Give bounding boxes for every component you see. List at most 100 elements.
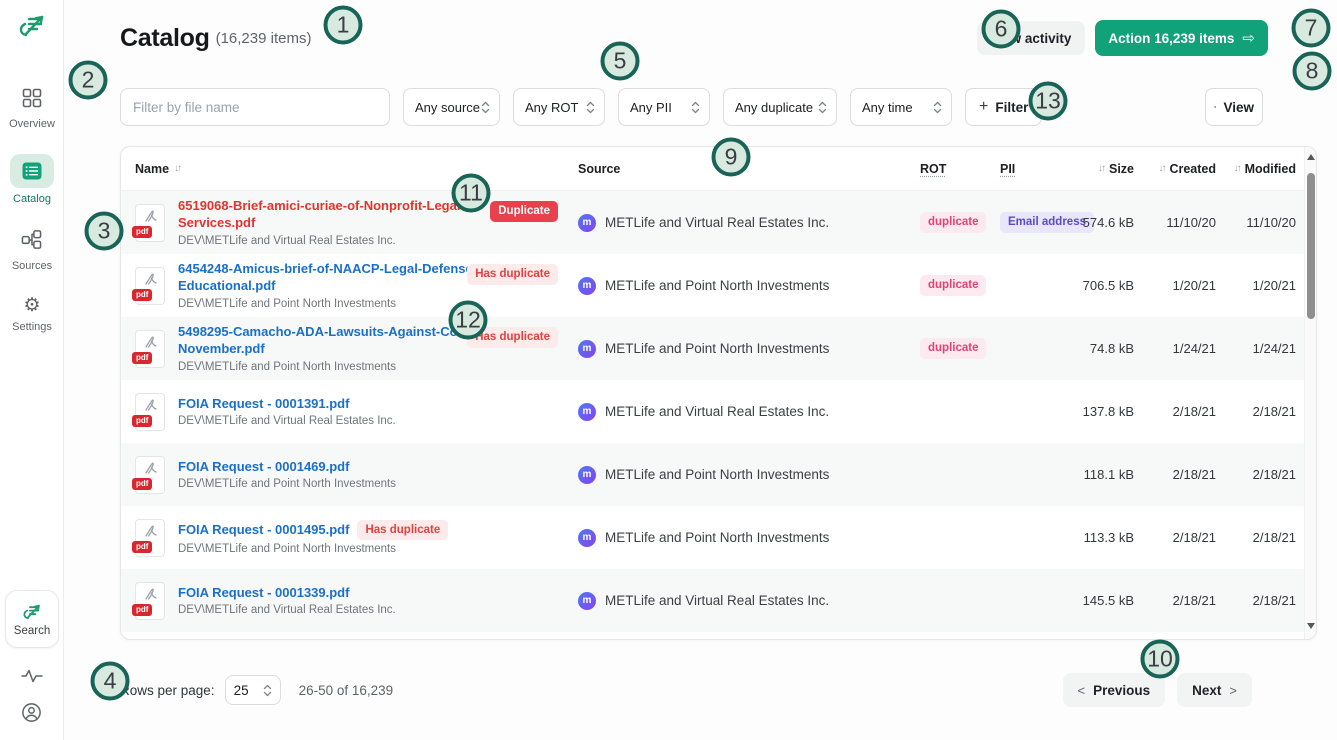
activity-icon[interactable]: [21, 668, 43, 689]
app-logo[interactable]: [16, 10, 48, 42]
table-row[interactable]: pdf FOIA Request - 0001495.pdfHas duplic…: [121, 506, 1316, 569]
page-header: Catalog (16,239 items) View activity Act…: [120, 20, 1317, 56]
table-row[interactable]: pdf FOIA Request - 0001339.pdf DEV\METLi…: [121, 569, 1316, 632]
table-row[interactable]: pdf 6454248-Amicus-brief-of-NAACP-Legal-…: [121, 254, 1316, 317]
file-name-link[interactable]: FOIA Request - 0001391.pdf: [178, 396, 349, 411]
sidebar-item-settings[interactable]: ⚙ Settings: [12, 296, 52, 333]
column-header-created[interactable]: ↓↑ Created: [1144, 162, 1226, 176]
modified-date: 2/18/21: [1226, 404, 1306, 419]
modified-date: 2/18/21: [1226, 530, 1306, 545]
pdf-file-icon: pdf: [135, 204, 165, 242]
file-name-filter-input[interactable]: [120, 88, 390, 126]
scrollbar-thumb[interactable]: [1307, 173, 1315, 319]
source-name: METLife and Virtual Real Estates Inc.: [605, 215, 829, 230]
select-value: Any ROT: [525, 100, 578, 115]
modified-date: 2/18/21: [1226, 593, 1306, 608]
modified-date: 1/20/21: [1226, 278, 1306, 293]
rot-badge: duplicate: [920, 338, 986, 359]
file-name-link[interactable]: 6519068-Brief-amici-curiae-of-Nonprofit-…: [178, 198, 465, 230]
search-label: Search: [14, 625, 50, 637]
sort-icon: ↓↑: [174, 163, 180, 174]
gear-icon: ⚙: [23, 296, 40, 316]
app-logo-small-icon: [21, 601, 43, 623]
column-header-rot[interactable]: ROT: [908, 162, 988, 176]
view-options-button[interactable]: View: [1205, 88, 1263, 126]
annotation-circle-6: 6: [982, 10, 1021, 49]
file-name-link[interactable]: FOIA Request - 0001469.pdf: [178, 459, 349, 474]
annotation-circle-9: 9: [712, 138, 751, 177]
sliders-icon: [1214, 101, 1216, 113]
file-path: DEV\METLife and Virtual Real Estates Inc…: [178, 235, 508, 247]
list-icon: [10, 154, 54, 188]
items-count: (16,239 items): [216, 30, 312, 47]
file-name-link[interactable]: FOIA Request - 0001495.pdf: [178, 522, 349, 537]
stepper-icon: [481, 100, 490, 115]
view-options-label: View: [1223, 100, 1254, 115]
sidebar-nav: Overview Catalog Sources: [0, 88, 64, 357]
table-scrollbar[interactable]: [1304, 147, 1316, 639]
has-duplicate-badge: Has duplicate: [467, 264, 558, 285]
annotation-circle-3: 3: [85, 212, 124, 251]
file-size: 113.3 kB: [1074, 530, 1144, 545]
previous-page-button[interactable]: < Previous: [1063, 673, 1166, 707]
source-name: METLife and Point North Investments: [605, 278, 829, 293]
pdf-file-icon: pdf: [135, 267, 165, 305]
annotation-circle-10: 10: [1141, 640, 1180, 679]
file-name-link[interactable]: 6454248-Amicus-brief-of-NAACP-Legal-Defe…: [178, 261, 477, 293]
source-name: METLife and Virtual Real Estates Inc.: [605, 593, 829, 608]
sidebar-search-button[interactable]: Search: [5, 590, 59, 648]
column-header-pii[interactable]: PII: [988, 162, 1074, 176]
next-page-button[interactable]: Next >: [1177, 673, 1252, 707]
created-date: 11/10/20: [1144, 215, 1226, 230]
column-header-modified[interactable]: ↓↑ Modified: [1226, 162, 1306, 176]
source-icon: m: [578, 214, 596, 232]
action-arrow-icon: ⇨: [1242, 31, 1255, 46]
created-date: 2/18/21: [1144, 404, 1226, 419]
sidebar-item-label: Settings: [12, 321, 52, 333]
column-header-size[interactable]: ↓↑ Size: [1074, 162, 1144, 176]
source-icon: m: [578, 340, 596, 358]
source-icon: m: [578, 403, 596, 421]
file-name-link[interactable]: FOIA Request - 0001339.pdf: [178, 585, 349, 600]
duplicate-badge: Duplicate: [490, 201, 558, 222]
created-date: 2/18/21: [1144, 530, 1226, 545]
source-name: METLife and Point North Investments: [605, 341, 829, 356]
sidebar-item-label: Catalog: [13, 193, 51, 205]
table-row[interactable]: pdf FOIA Request - 0001469.pdf DEV\METLi…: [121, 443, 1316, 506]
rot-badge: duplicate: [920, 212, 986, 233]
pagination-bar: Rows per page: 25 26-50 of 16,239 < Prev…: [120, 670, 1317, 710]
action-items-button[interactable]: Action 16,239 items ⇨: [1095, 20, 1268, 56]
chevron-left-icon: <: [1078, 683, 1086, 698]
file-path: DEV\METLife and Point North Investments: [178, 478, 396, 490]
stepper-icon: [586, 100, 595, 115]
pdf-file-icon: pdf: [135, 456, 165, 494]
table-row[interactable]: pdf 5498295-Camacho-ADA-Lawsuits-Against…: [121, 317, 1316, 380]
sidebar-item-catalog[interactable]: Catalog: [10, 154, 54, 205]
time-filter-select[interactable]: Any time: [850, 88, 952, 126]
created-date: 2/18/21: [1144, 593, 1226, 608]
table-row[interactable]: pdf 6519068-Brief-amici-curiae-of-Nonpro…: [121, 191, 1316, 254]
range-text: 26-50 of 16,239: [299, 683, 394, 698]
page-title: Catalog: [120, 24, 210, 53]
action-button-label: Action 16,239 items: [1108, 31, 1234, 46]
rot-badge: duplicate: [920, 275, 986, 296]
table-row[interactable]: pdf FOIA Request - 0001391.pdf DEV\METLi…: [121, 380, 1316, 443]
scroll-up-arrow[interactable]: [1307, 154, 1315, 160]
file-path: DEV\METLife and Point North Investments: [178, 361, 508, 373]
pii-filter-select[interactable]: Any PII: [618, 88, 710, 126]
rot-filter-select[interactable]: Any ROT: [513, 88, 605, 126]
duplicate-filter-select[interactable]: Any duplicate: [723, 88, 837, 126]
source-filter-select[interactable]: Any source: [403, 88, 500, 126]
app-logo-icon: [16, 10, 48, 42]
annotation-circle-8: 8: [1293, 52, 1332, 91]
chevron-right-icon: >: [1229, 683, 1237, 698]
sidebar-item-overview[interactable]: Overview: [9, 88, 55, 130]
sidebar-item-sources[interactable]: Sources: [12, 229, 52, 272]
table-row[interactable]: FOIA Request - 0001378.pdf: [121, 632, 1316, 640]
rows-per-page-select[interactable]: 25: [225, 675, 281, 705]
scroll-down-arrow[interactable]: [1307, 623, 1315, 629]
column-header-name[interactable]: Name ↓↑: [121, 162, 566, 176]
account-icon[interactable]: [21, 702, 42, 728]
file-path: DEV\METLife and Virtual Real Estates Inc…: [178, 415, 396, 427]
pdf-file-icon: pdf: [135, 519, 165, 557]
